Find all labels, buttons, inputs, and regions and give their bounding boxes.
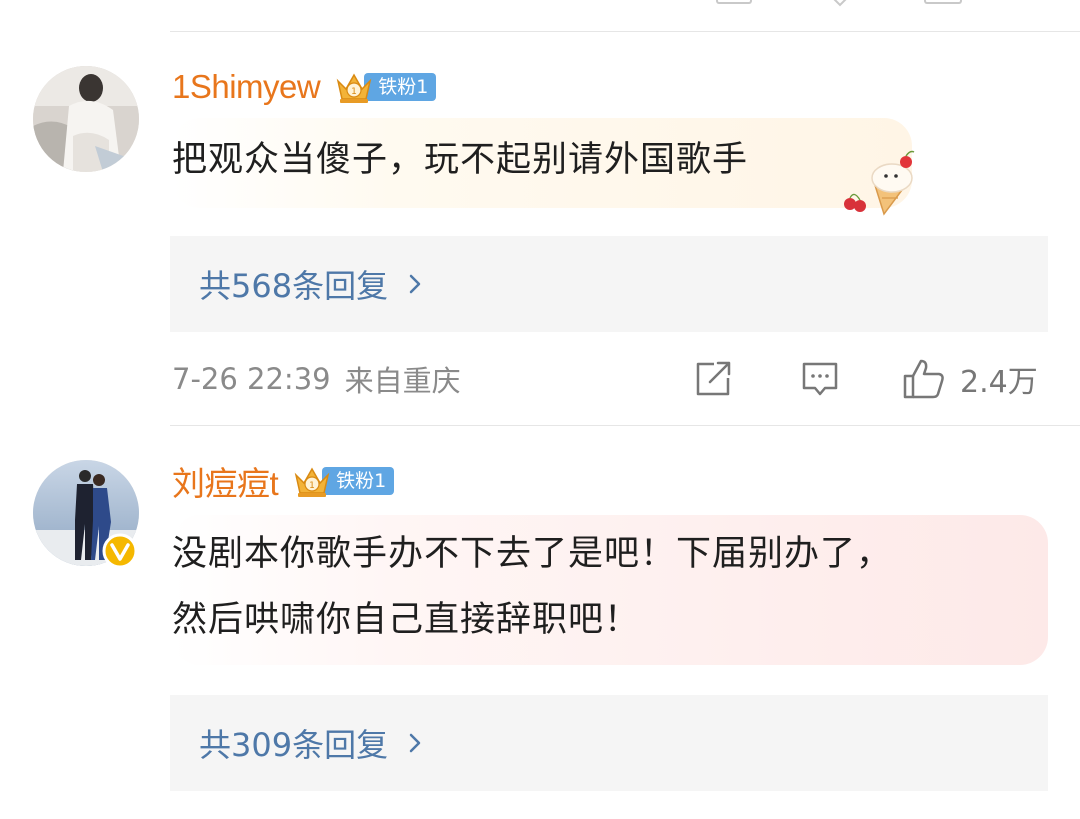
svg-text:1: 1	[309, 481, 315, 491]
like-icon[interactable]	[924, 0, 962, 4]
divider	[170, 425, 1080, 426]
like-icon	[903, 359, 944, 399]
comment-text-line: 没剧本你歌手办不下去了是吧！下届别办了，	[172, 534, 893, 574]
comment-text: 把观众当傻子，玩不起别请外国歌手	[172, 140, 749, 180]
username[interactable]: 刘痘痘t	[172, 457, 279, 505]
avatar[interactable]	[33, 66, 139, 172]
like-count: 2.4万	[960, 365, 1038, 400]
repost-button[interactable]	[694, 357, 734, 401]
repost-icon	[696, 361, 731, 396]
timestamp: 7-26 22:39	[172, 362, 331, 396]
fan-badge-label: 铁粉1	[364, 73, 437, 101]
chevron-right-icon	[409, 733, 421, 753]
replies-box[interactable]: 共309条回复	[170, 695, 1048, 791]
comment-icon	[802, 362, 838, 396]
replies-link[interactable]: 共309条回复	[199, 720, 388, 766]
crown-badge-icon: 1	[294, 467, 330, 497]
ice-cream-sticker-icon	[844, 150, 915, 216]
comment-meta: 7-26 22:39 来自重庆 2.4万	[172, 357, 1052, 401]
location: 来自重庆	[344, 364, 461, 398]
chevron-right-icon	[409, 274, 421, 294]
replies-link[interactable]: 共568条回复	[199, 261, 388, 307]
fan-badge-label: 铁粉1	[322, 467, 395, 495]
like-button[interactable]: 2.4万	[902, 357, 1038, 401]
replies-box[interactable]: 共568条回复	[170, 236, 1048, 332]
divider	[170, 31, 1080, 32]
username[interactable]: 1Shimyew	[172, 68, 321, 106]
comment-icon[interactable]	[822, 0, 858, 7]
username-row: 刘痘痘t 1 铁粉1	[172, 461, 395, 502]
svg-text:1: 1	[351, 87, 357, 97]
fan-badge[interactable]: 1 铁粉1	[292, 465, 395, 497]
crown-badge-icon: 1	[336, 73, 372, 103]
username-row: 1Shimyew 1 铁粉1	[172, 67, 437, 107]
comment-text-line: 然后哄啸你自己直接辞职吧！	[172, 600, 641, 640]
comment-button[interactable]	[800, 357, 840, 401]
previous-comment-actions	[0, 0, 1080, 30]
verified-icon	[102, 533, 138, 569]
repost-icon[interactable]	[716, 0, 752, 4]
fan-badge[interactable]: 1 铁粉1	[334, 71, 437, 103]
